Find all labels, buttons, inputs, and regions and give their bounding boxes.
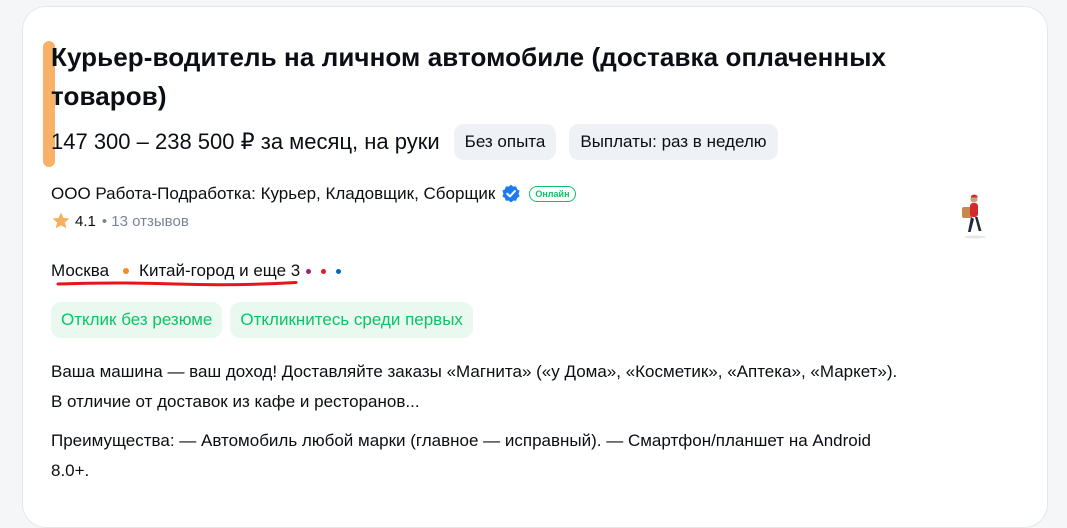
salary-row: 147 300 – 238 500 ₽ за месяц, на руки Бе… — [51, 124, 791, 160]
rating-value: 4.1 — [75, 212, 96, 230]
reviews-label: 13 отзывов — [111, 212, 189, 230]
description-line-4: 8.0+. — [51, 461, 90, 480]
metro-line-icon — [336, 268, 342, 274]
employer-row: ООО Работа-Подработка: Курьер, Кладовщик… — [51, 180, 576, 208]
salary: 147 300 – 238 500 ₽ за месяц, на руки — [51, 129, 440, 154]
vacancy-title[interactable]: Курьер-водитель на личном автомобиле (до… — [51, 38, 991, 116]
metro-line-icon — [321, 268, 327, 274]
chip-respond-first[interactable]: Откликнитесь среди первых — [230, 302, 473, 338]
rating-row[interactable]: 4.1 • 13 отзывов — [51, 209, 189, 233]
description-line-3: Преимущества: — Автомобиль любой марки (… — [51, 431, 871, 450]
description-line-1: Ваша машина — ваш доход! Доставляйте зак… — [51, 362, 898, 381]
employer-name[interactable]: ООО Работа-Подработка: Курьер, Кладовщик… — [51, 180, 495, 208]
response-chips: Отклик без резюме Откликнитесь среди пер… — [51, 302, 473, 338]
tag-payments: Выплаты: раз в неделю — [569, 124, 778, 160]
reviews-count: • 13 отзывов — [101, 212, 189, 230]
verified-check-icon — [501, 184, 521, 204]
chip-no-resume[interactable]: Отклик без резюме — [51, 302, 223, 338]
online-badge: Онлайн — [529, 186, 576, 202]
metro-line-icon — [306, 268, 312, 274]
courier-avatar[interactable] — [940, 190, 1000, 250]
annotation-underline — [56, 281, 298, 287]
metro-line-icon — [123, 268, 130, 274]
star-icon — [51, 211, 71, 231]
description-line-2: В отличие от доставок из кафе и ресторан… — [51, 392, 420, 411]
tag-experience: Без опыта — [453, 124, 557, 160]
